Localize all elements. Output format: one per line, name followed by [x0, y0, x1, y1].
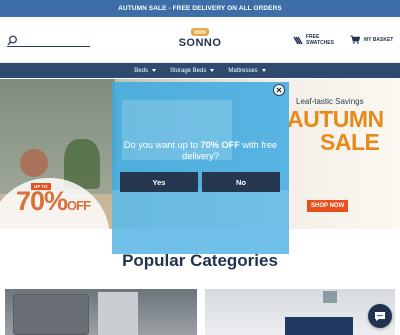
- nav-item-label: Beds: [134, 67, 148, 74]
- no-button[interactable]: No: [202, 172, 280, 192]
- category-image-headboard: [13, 294, 89, 335]
- hero-floor: [0, 194, 115, 229]
- search-icon[interactable]: [7, 35, 18, 46]
- popup-question-highlight: 70% OFF: [200, 140, 240, 150]
- announcement-bar[interactable]: AUTUMN SALE - FREE DELIVERY ON ALL ORDER…: [0, 0, 400, 17]
- nav-item-beds[interactable]: Beds: [134, 68, 156, 74]
- popup-question: Do you want up to 70% OFF with free deli…: [118, 140, 283, 162]
- popup-background-image: [112, 190, 289, 254]
- promo-popup: Do you want up to 70% OFF with free deli…: [112, 82, 289, 254]
- swatches-label-2: SWATCHES: [306, 40, 334, 46]
- page: AUTUMN SALE - FREE DELIVERY ON ALL ORDER…: [0, 0, 400, 335]
- popup-question-prefix: Do you want up to: [123, 140, 201, 150]
- category-card-storage[interactable]: [205, 289, 395, 335]
- nav-item-label: Storage Beds: [169, 67, 207, 74]
- chevron-down-icon: [261, 69, 266, 72]
- nav-item-mattresses[interactable]: Mattresses: [228, 67, 266, 74]
- chat-button[interactable]: [368, 304, 392, 328]
- category-image-window: [98, 292, 138, 335]
- category-image-headboard: [285, 317, 353, 335]
- popular-categories-title: Popular Categories: [122, 251, 278, 270]
- close-button[interactable]: [273, 84, 285, 96]
- nav-item-label: Mattresses: [228, 67, 258, 74]
- chevron-down-icon: [210, 69, 215, 72]
- hero-lamp-decor: [20, 149, 48, 177]
- basket-link[interactable]: MY BASKET: [350, 35, 393, 44]
- yes-button[interactable]: Yes: [120, 172, 198, 192]
- swatches-icon: [293, 36, 303, 44]
- hero-plant-decor: [64, 139, 100, 189]
- logo-text: SONNO: [178, 37, 222, 49]
- category-image-frame: [323, 291, 337, 303]
- chevron-down-icon: [151, 69, 156, 72]
- chat-bubble-icon: [375, 311, 385, 321]
- category-card-beds[interactable]: [5, 289, 197, 335]
- site-logo[interactable]: SONNO: [175, 27, 225, 49]
- free-swatches-link[interactable]: FREE SWATCHES: [293, 34, 334, 46]
- shop-now-button[interactable]: SHOP NOW: [307, 200, 349, 212]
- announcement-text: AUTUMN SALE - FREE DELIVERY ON ALL ORDER…: [118, 5, 282, 12]
- basket-label: MY BASKET: [364, 36, 394, 43]
- close-icon: [276, 87, 282, 93]
- search-input[interactable]: [7, 35, 90, 47]
- main-nav: Beds Storage Beds Mattresses: [0, 63, 400, 78]
- cart-icon: [350, 35, 360, 44]
- site-header: SONNO FREE SWATCHES MY BASKET: [0, 17, 400, 63]
- pillow-logo-icon: [191, 28, 209, 36]
- nav-item-storage-beds[interactable]: Storage Beds: [169, 67, 215, 74]
